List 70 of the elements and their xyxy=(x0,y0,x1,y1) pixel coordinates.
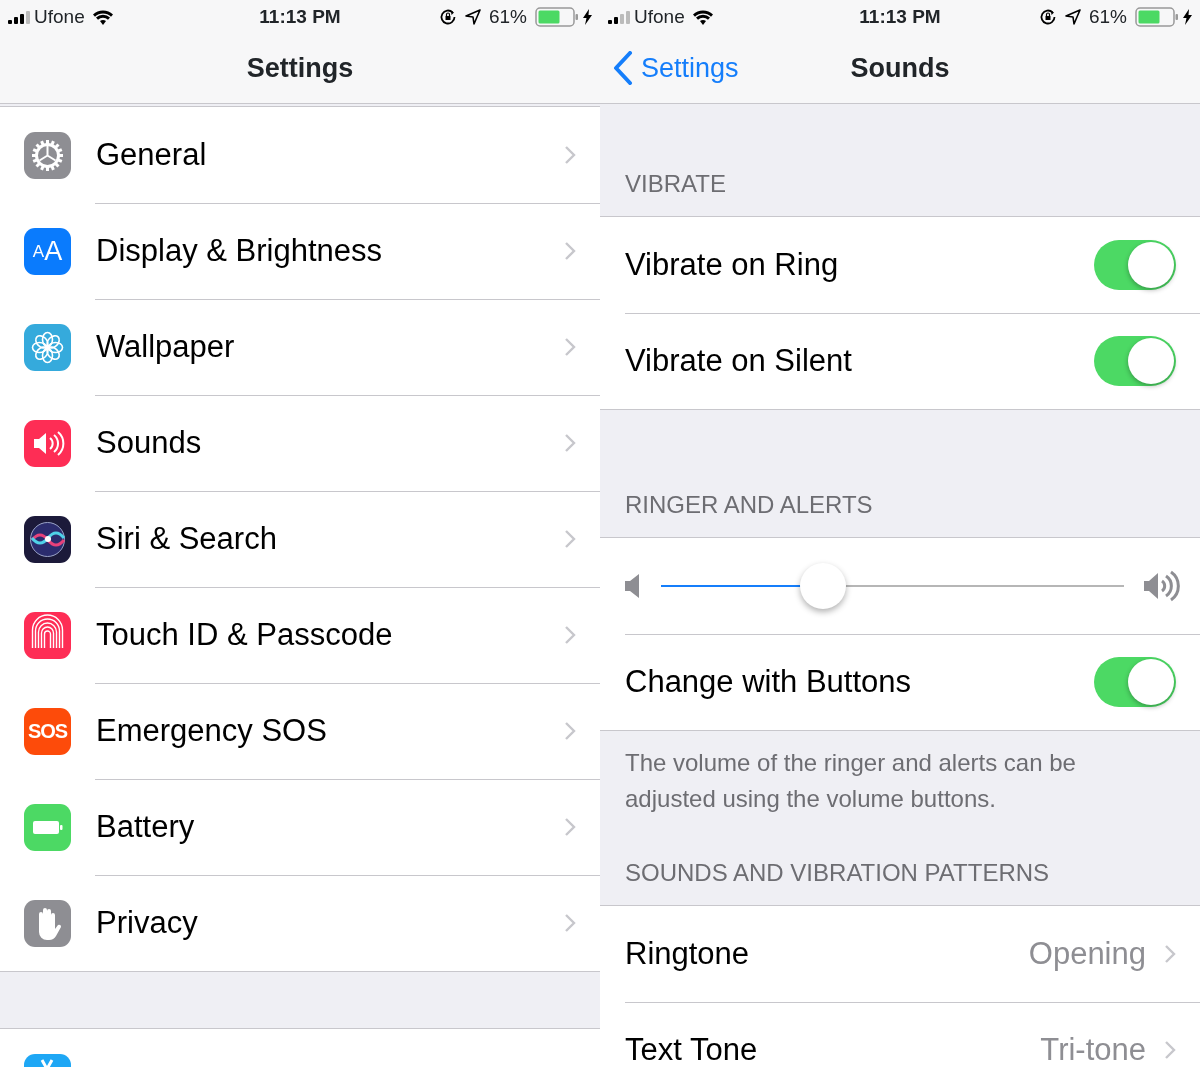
text-size-icon: AA xyxy=(24,227,71,275)
setting-label: Vibrate on Silent xyxy=(625,341,853,380)
gear-icon xyxy=(24,131,71,179)
chevron-icon xyxy=(564,337,576,357)
chevron-icon xyxy=(564,913,576,933)
settings-item[interactable]: Wallpaper xyxy=(96,323,539,371)
chevron-icon xyxy=(564,529,576,549)
toggle-switch[interactable] xyxy=(1094,240,1176,290)
wifi-icon xyxy=(692,9,713,25)
orientation-lock-icon xyxy=(1038,8,1057,26)
settings-item[interactable]: General xyxy=(96,131,539,179)
chevron-icon xyxy=(1164,1040,1176,1060)
settings-item[interactable]: Emergency SOS xyxy=(96,707,539,755)
signal-icon xyxy=(8,10,30,24)
signal-icon xyxy=(608,10,630,24)
hand-icon xyxy=(24,899,71,947)
chevron-icon xyxy=(564,817,576,837)
setting-row[interactable]: Ringtone Opening xyxy=(600,906,1200,1002)
section-header: VIBRATE xyxy=(624,169,727,199)
battery-percent: 61% xyxy=(488,4,527,29)
orb-icon xyxy=(24,515,71,563)
section-header: RINGER AND ALERTS xyxy=(624,490,874,520)
section-header: SOUNDS AND VIBRATION PATTERNS xyxy=(624,858,1051,888)
battery-icon xyxy=(1135,7,1179,27)
carrier-name: Ufone xyxy=(634,4,685,29)
status-time: 11:13 PM xyxy=(259,4,341,29)
toggle-switch[interactable] xyxy=(1094,336,1176,386)
wifi-icon xyxy=(92,9,113,25)
charging-icon xyxy=(1183,9,1192,25)
section-footer: The volume of the ringer and alerts can be adjusted using the volume buttons. xyxy=(600,731,1200,817)
flower-icon xyxy=(24,323,71,371)
battery-icon xyxy=(24,803,71,851)
charging-icon xyxy=(583,9,592,25)
settings-item[interactable]: Display & Brightness xyxy=(96,227,539,275)
status-time: 11:13 PM xyxy=(859,4,941,29)
setting-value: Opening xyxy=(1028,934,1146,973)
settings-item[interactable]: Privacy xyxy=(96,899,539,947)
speaker-icon xyxy=(24,419,71,467)
chevron-icon xyxy=(564,721,576,741)
orientation-lock-icon xyxy=(438,8,457,26)
settings-item[interactable]: Sounds xyxy=(96,419,539,467)
chevron-icon xyxy=(564,241,576,261)
location-icon xyxy=(1064,9,1081,25)
setting-value: Tri-tone xyxy=(1040,1030,1146,1067)
battery-percent: 61% xyxy=(1088,4,1127,29)
slider-thumb[interactable] xyxy=(800,563,847,609)
setting-label: Change with Buttons xyxy=(625,662,913,701)
settings-item[interactable]: Battery xyxy=(96,803,539,851)
nav-title: Settings xyxy=(246,51,354,85)
carrier-name: Ufone xyxy=(34,4,85,29)
chevron-icon xyxy=(1164,944,1176,964)
chevron-icon xyxy=(564,145,576,165)
sos-icon: SOS xyxy=(24,707,71,755)
toggle-switch[interactable] xyxy=(1094,657,1176,707)
setting-row[interactable]: Text Tone Tri-tone xyxy=(600,1002,1200,1067)
setting-label: Vibrate on Ring xyxy=(625,245,840,284)
settings-item[interactable]: Touch ID & Passcode xyxy=(96,611,539,659)
setting-label: Text Tone xyxy=(625,1030,759,1067)
location-icon xyxy=(464,9,481,25)
volume-low-icon xyxy=(625,574,641,598)
chevron-icon xyxy=(564,433,576,453)
nav-title: Sounds xyxy=(850,51,950,85)
volume-high-icon xyxy=(1144,569,1180,603)
chevron-icon xyxy=(564,625,576,645)
battery-icon xyxy=(535,7,579,27)
settings-item[interactable]: Siri & Search xyxy=(96,515,539,563)
setting-label: Ringtone xyxy=(625,934,751,973)
back-chevron-icon xyxy=(613,51,633,85)
back-button[interactable]: Settings xyxy=(613,47,739,89)
fingerprint-icon xyxy=(24,611,71,659)
